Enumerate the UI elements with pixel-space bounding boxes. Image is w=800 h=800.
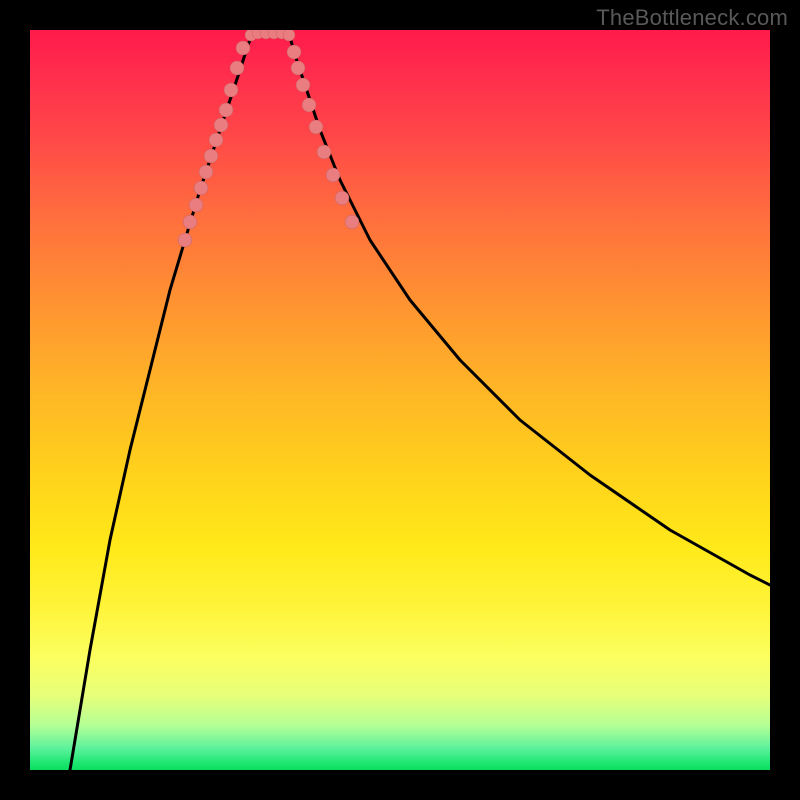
data-point [219,103,233,117]
data-point [204,149,218,163]
data-point [335,191,349,205]
data-point [209,133,223,147]
data-point [199,165,213,179]
series-right-curve [288,30,770,585]
data-point [224,83,238,97]
data-point [189,198,203,212]
data-point [287,45,301,59]
data-point [183,215,197,229]
data-point [302,98,316,112]
data-point [283,30,295,41]
curve-layer [30,30,770,770]
data-point [236,41,250,55]
data-point [317,145,331,159]
chart-frame: TheBottleneck.com [0,0,800,800]
data-point [345,215,359,229]
data-point [326,168,340,182]
data-point [291,61,305,75]
data-point [194,181,208,195]
plot-area [30,30,770,770]
data-point [309,120,323,134]
data-point [214,118,228,132]
watermark-text: TheBottleneck.com [596,5,788,31]
data-point [296,78,310,92]
data-point [178,233,192,247]
series-left-curve [70,30,254,770]
data-point [230,61,244,75]
